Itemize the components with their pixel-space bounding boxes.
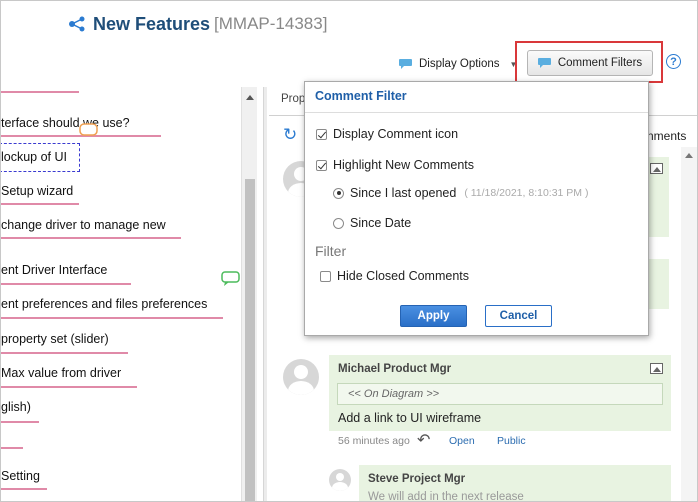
mindmap-node[interactable]: change driver to manage new <box>1 218 166 232</box>
mindmap-node[interactable]: ent Driver Interface <box>1 263 107 277</box>
display-comment-icon-label: Display Comment icon <box>333 127 459 141</box>
mindmap-scrollbar[interactable] <box>241 87 257 501</box>
mindmap-node[interactable]: Setting <box>1 469 40 483</box>
page-header: New Features [MMAP-14383] <box>67 11 327 37</box>
comment-marker-icon[interactable] <box>221 271 241 287</box>
comment-filter-popup: Comment Filter Display Comment icon High… <box>304 81 649 336</box>
scroll-thumb[interactable] <box>245 179 255 501</box>
display-comment-icon-option[interactable]: Display Comment icon <box>316 127 458 141</box>
refresh-icon[interactable]: ↻ <box>283 125 297 145</box>
mindmap-node[interactable]: glish) <box>1 400 31 414</box>
display-options-label: Display Options <box>419 58 500 70</box>
highlight-new-comments-checkbox[interactable] <box>316 159 327 171</box>
page-title: New Features <box>93 13 211 34</box>
display-comment-icon-checkbox[interactable] <box>316 128 327 140</box>
mindmap-canvas[interactable]: terface should we use? lockup of UI Setu… <box>1 87 257 501</box>
node-underline <box>1 386 137 388</box>
app-window: New Features [MMAP-14383] Display Option… <box>0 0 698 502</box>
open-status-link[interactable]: Open <box>449 435 475 447</box>
highlight-new-comments-option[interactable]: Highlight New Comments <box>316 158 474 172</box>
mindmap-node[interactable]: ent preferences and files preferences <box>1 297 207 311</box>
since-last-opened-option[interactable]: Since I last opened ( 11/18/2021, 8:10:3… <box>333 186 588 200</box>
pane-splitter[interactable] <box>263 87 267 501</box>
comment-icon <box>537 58 551 68</box>
comment-text: Add a link to UI wireframe <box>338 411 482 425</box>
node-underline <box>1 421 39 423</box>
filter-section-label: Filter <box>315 243 347 259</box>
since-date-label: Since Date <box>350 216 412 230</box>
comment-timestamp: 56 minutes ago <box>338 435 410 447</box>
since-date-radio[interactable] <box>333 217 344 229</box>
popup-title: Comment Filter <box>315 89 407 103</box>
avatar <box>329 469 351 491</box>
reply-icon[interactable]: ↶ <box>417 430 430 450</box>
comment-text: We will add in the next release <box>368 491 524 502</box>
mindmap-node[interactable]: terface should we use? <box>1 116 130 130</box>
node-underline <box>1 283 131 285</box>
comment-author: Michael Product Mgr <box>338 363 452 375</box>
diagram-reference[interactable]: << On Diagram >> <box>337 383 663 405</box>
highlight-new-comments-label: Highlight New Comments <box>333 158 475 172</box>
scroll-up-icon[interactable] <box>246 95 254 100</box>
avatar <box>283 359 319 395</box>
scroll-up-icon[interactable] <box>685 153 693 158</box>
since-last-opened-label: Since I last opened <box>350 186 457 200</box>
mindmap-node[interactable]: lockup of UI <box>1 150 67 164</box>
node-underline <box>1 488 47 490</box>
image-icon[interactable] <box>650 363 663 374</box>
node-underline <box>1 447 23 449</box>
item-key: [MMAP-14383] <box>214 14 328 33</box>
node-underline <box>1 203 79 205</box>
comments-header-text: nments <box>647 129 687 143</box>
image-icon[interactable] <box>650 163 663 174</box>
hide-closed-comments-option[interactable]: Hide Closed Comments <box>320 269 469 283</box>
comment-icon <box>399 59 412 69</box>
node-underline <box>1 317 223 319</box>
comments-scrollbar[interactable] <box>681 147 697 501</box>
node-underline <box>1 352 128 354</box>
cancel-button[interactable]: Cancel <box>485 305 552 327</box>
node-underline <box>1 237 181 239</box>
comment-filters-button[interactable]: Comment Filters <box>527 50 653 76</box>
comment-marker-icon[interactable] <box>79 123 99 137</box>
since-last-opened-radio[interactable] <box>333 187 344 199</box>
hide-closed-comments-label: Hide Closed Comments <box>337 269 469 283</box>
hide-closed-comments-checkbox[interactable] <box>320 270 331 282</box>
mindmap-node[interactable]: property set (slider) <box>1 332 109 346</box>
mindmap-node[interactable]: Max value from driver <box>1 366 121 380</box>
visibility-link[interactable]: Public <box>497 435 526 447</box>
apply-button[interactable]: Apply <box>400 305 467 327</box>
help-icon[interactable]: ? <box>666 54 681 69</box>
tab-properties[interactable]: Prop <box>281 93 305 105</box>
last-opened-date: ( 11/18/2021, 8:10:31 PM ) <box>464 187 589 199</box>
comment-filters-label: Comment Filters <box>557 57 643 69</box>
comment-author: Steve Project Mgr <box>368 473 466 485</box>
display-options-button[interactable]: Display Options ▼ <box>399 55 517 73</box>
mindmap-icon <box>69 16 85 32</box>
since-date-option[interactable]: Since Date <box>333 216 411 230</box>
mindmap-node[interactable]: Setup wizard <box>1 184 73 198</box>
popup-divider <box>305 112 648 113</box>
node-underline <box>1 91 79 93</box>
